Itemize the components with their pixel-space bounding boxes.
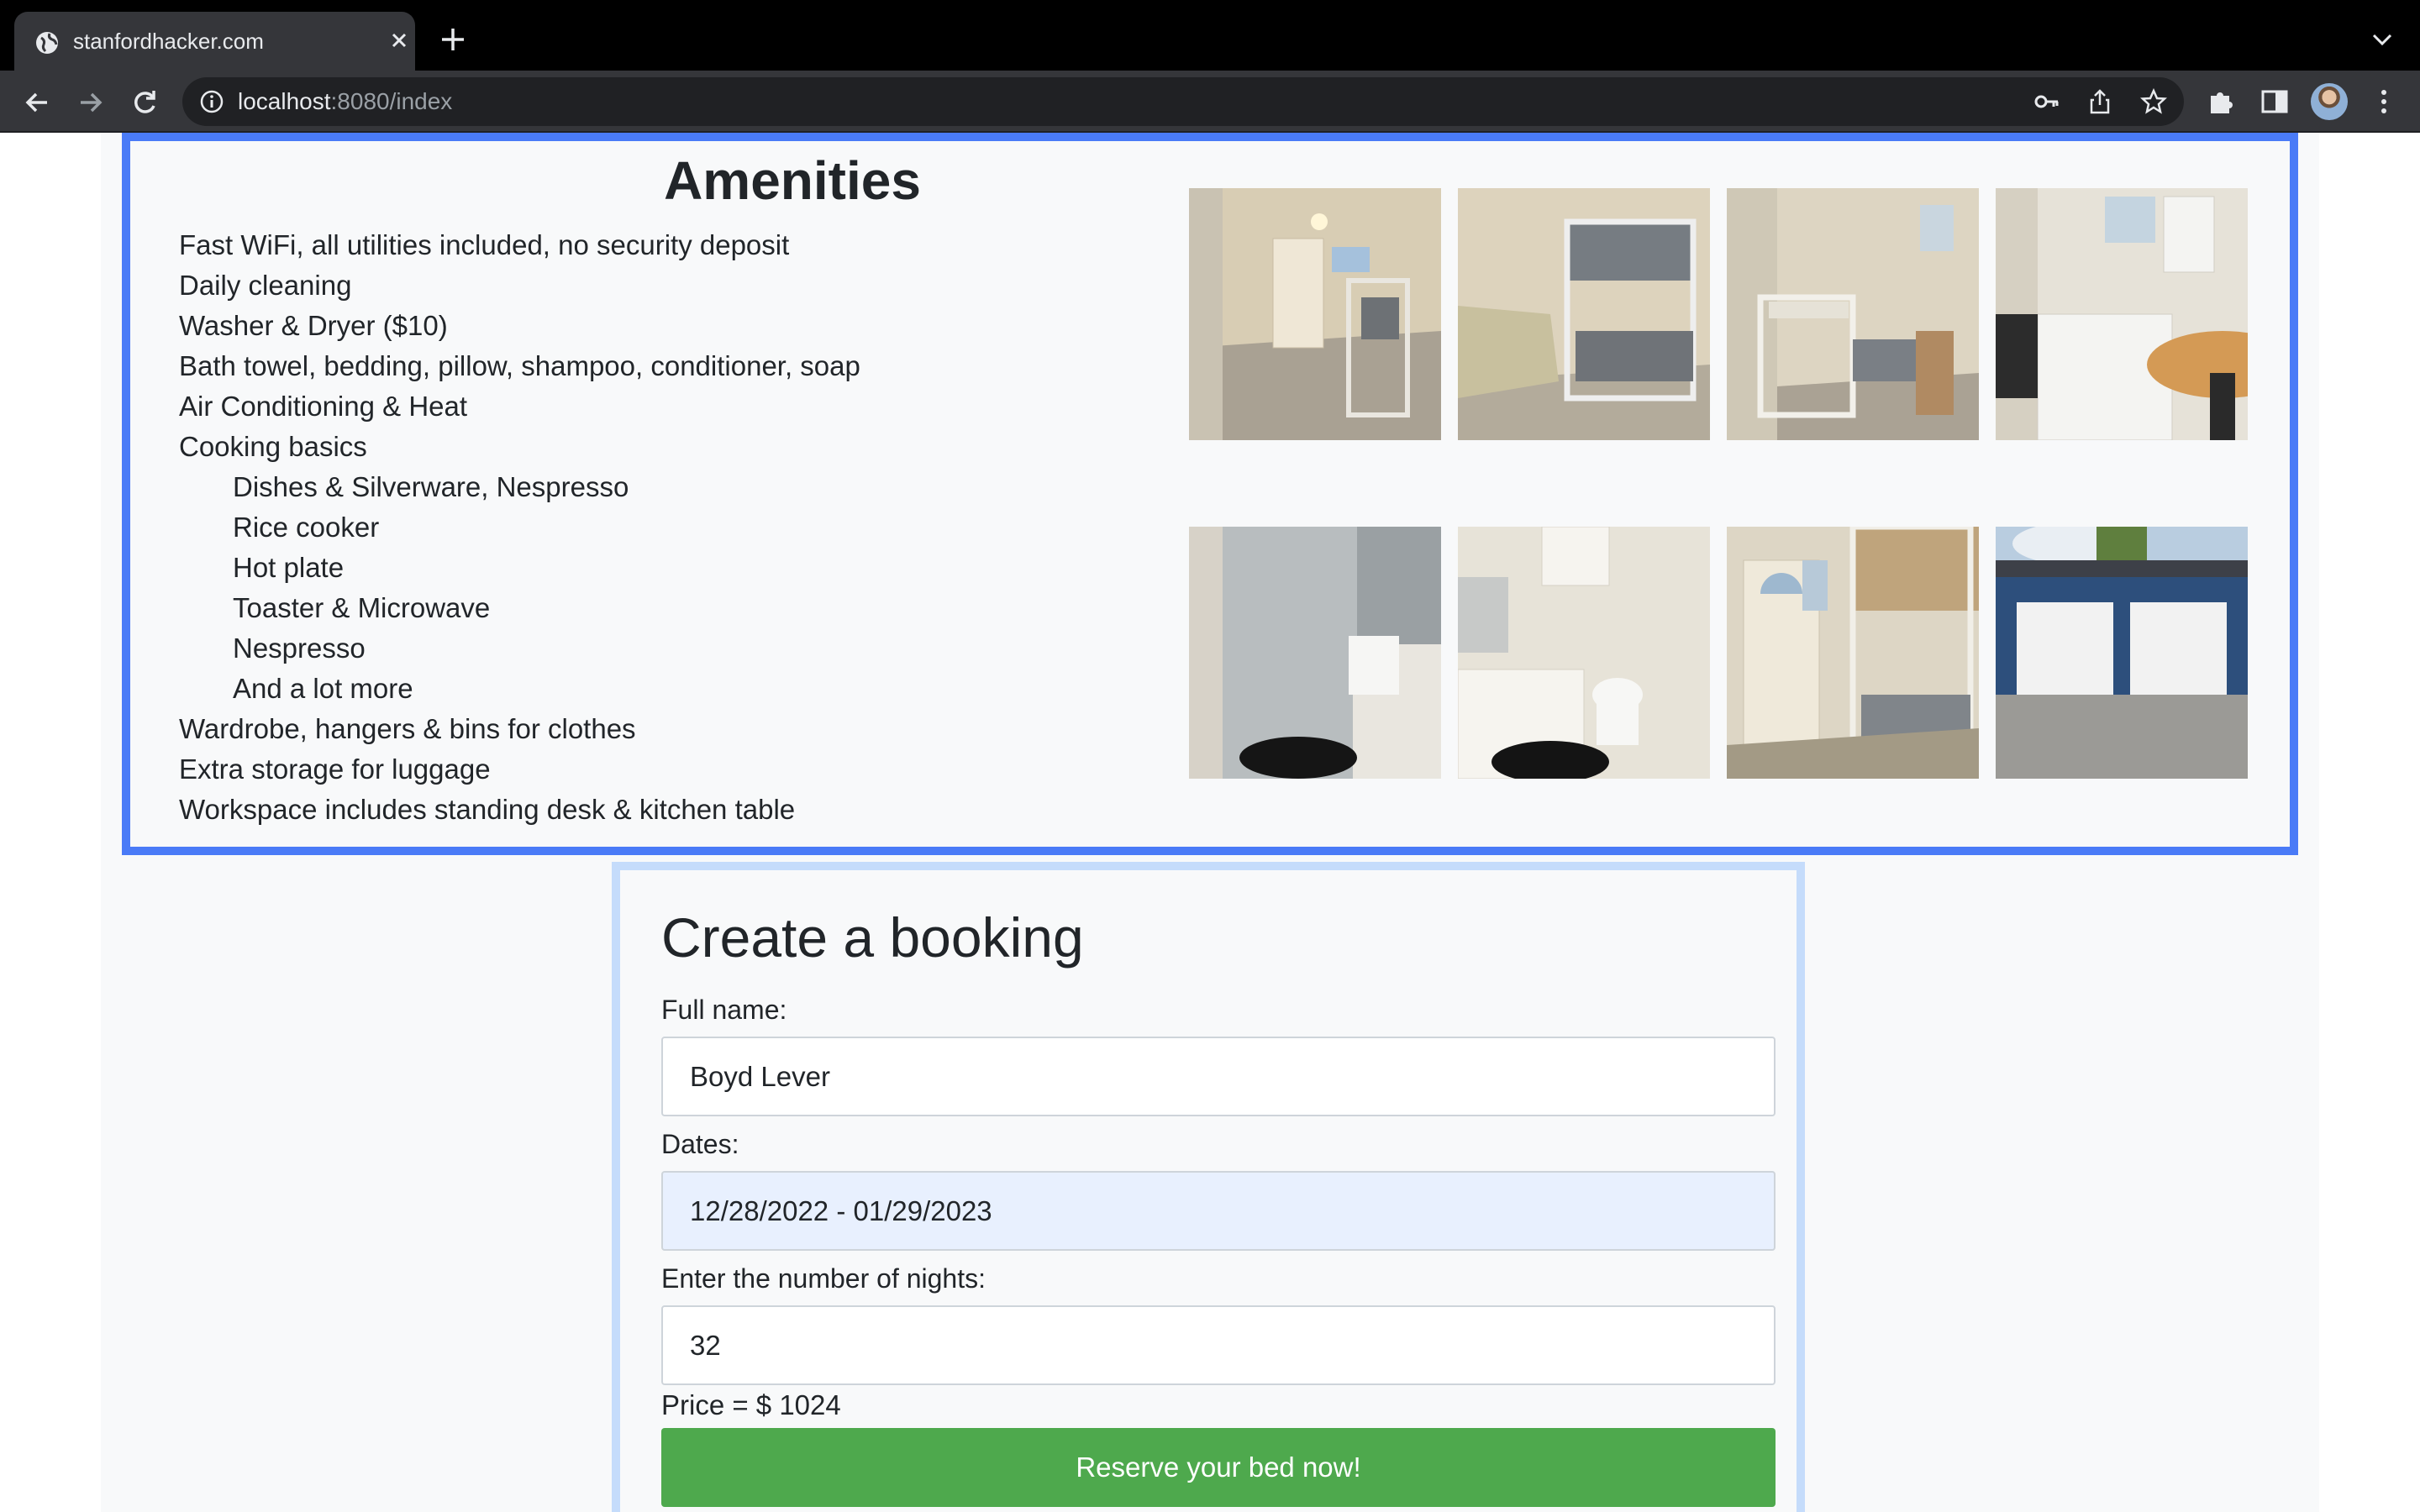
reserve-button[interactable]: Reserve your bed now!	[661, 1428, 1776, 1507]
globe-icon	[36, 32, 58, 54]
amenity-item: Air Conditioning & Heat	[179, 391, 468, 422]
nights-label: Enter the number of nights:	[661, 1263, 986, 1294]
amenity-item: Cooking basics	[179, 431, 367, 462]
amenity-item: Toaster & Microwave	[233, 592, 491, 623]
share-icon[interactable]	[2086, 88, 2113, 115]
amenity-item: Washer & Dryer ($10)	[179, 310, 448, 341]
amenity-item: And a lot more	[233, 673, 413, 704]
address-bar[interactable]: localhost:8080/index	[182, 77, 2184, 126]
amenity-item: Dishes & Silverware, Nespresso	[233, 471, 629, 502]
entry-door-photo[interactable]	[1727, 527, 1979, 779]
bunk-bed-photo[interactable]	[1458, 188, 1710, 440]
amenity-item: Wardrobe, hangers & bins for clothes	[179, 713, 636, 744]
kitchen-photo[interactable]	[1996, 188, 2248, 440]
chevron-down-icon[interactable]	[2371, 32, 2393, 47]
avatar[interactable]	[2311, 83, 2348, 120]
url-host: localhost	[238, 88, 331, 114]
kebab-menu-icon[interactable]	[2368, 86, 2400, 118]
bathroom-photo[interactable]	[1458, 527, 1710, 779]
page-viewport: Amenities Fast WiFi, all utilities inclu…	[0, 133, 2420, 1512]
garage-photo[interactable]	[1996, 527, 2248, 779]
browser-tab[interactable]: stanfordhacker.com	[14, 12, 415, 71]
dates-input[interactable]	[661, 1171, 1776, 1251]
booking-form: Create a booking Full name: Dates: Enter…	[612, 862, 1805, 1512]
reload-icon[interactable]	[129, 87, 160, 118]
amenity-item: Daily cleaning	[179, 270, 352, 301]
plus-icon[interactable]	[439, 25, 467, 54]
amenity-item: Extra storage for luggage	[179, 753, 491, 785]
puzzle-icon[interactable]	[2205, 86, 2237, 118]
tab-title: stanfordhacker.com	[73, 29, 264, 54]
key-icon[interactable]	[2033, 88, 2060, 115]
amenity-item: Nespresso	[233, 633, 366, 664]
info-icon[interactable]	[199, 89, 224, 114]
dates-label: Dates:	[661, 1129, 739, 1159]
arrow-right-icon[interactable]	[76, 87, 106, 118]
shower-photo[interactable]	[1189, 527, 1441, 779]
amenity-item: Bath towel, bedding, pillow, shampoo, co…	[179, 350, 860, 381]
nights-input[interactable]	[661, 1305, 1776, 1385]
full-name-label: Full name:	[661, 995, 787, 1025]
amenity-item: Rice cooker	[233, 512, 380, 543]
amenity-item: Hot plate	[233, 552, 345, 583]
room-photo[interactable]	[1189, 188, 1441, 440]
price-text: Price = $ 1024	[661, 1389, 841, 1420]
amenities-section: Amenities Fast WiFi, all utilities inclu…	[122, 133, 2298, 855]
url-path: :8080/index	[330, 88, 453, 114]
amenity-item: Workspace includes standing desk & kitch…	[179, 794, 796, 825]
close-icon[interactable]	[389, 30, 409, 50]
browser-toolbar: localhost:8080/index	[0, 71, 2420, 133]
star-icon[interactable]	[2140, 88, 2167, 115]
full-name-input[interactable]	[661, 1037, 1776, 1116]
browser-tab-bar: stanfordhacker.com	[0, 0, 2420, 71]
bunk-bed-photo[interactable]	[1727, 188, 1979, 440]
side-panel-icon[interactable]	[2259, 86, 2291, 118]
url-text: localhost:8080/index	[238, 88, 452, 115]
amenities-list: Fast WiFi, all utilities included, no se…	[179, 225, 860, 830]
booking-title: Create a booking	[661, 906, 1084, 969]
amenity-item: Fast WiFi, all utilities included, no se…	[179, 229, 790, 260]
amenities-title: Amenities	[664, 150, 921, 211]
arrow-left-icon[interactable]	[22, 87, 52, 118]
